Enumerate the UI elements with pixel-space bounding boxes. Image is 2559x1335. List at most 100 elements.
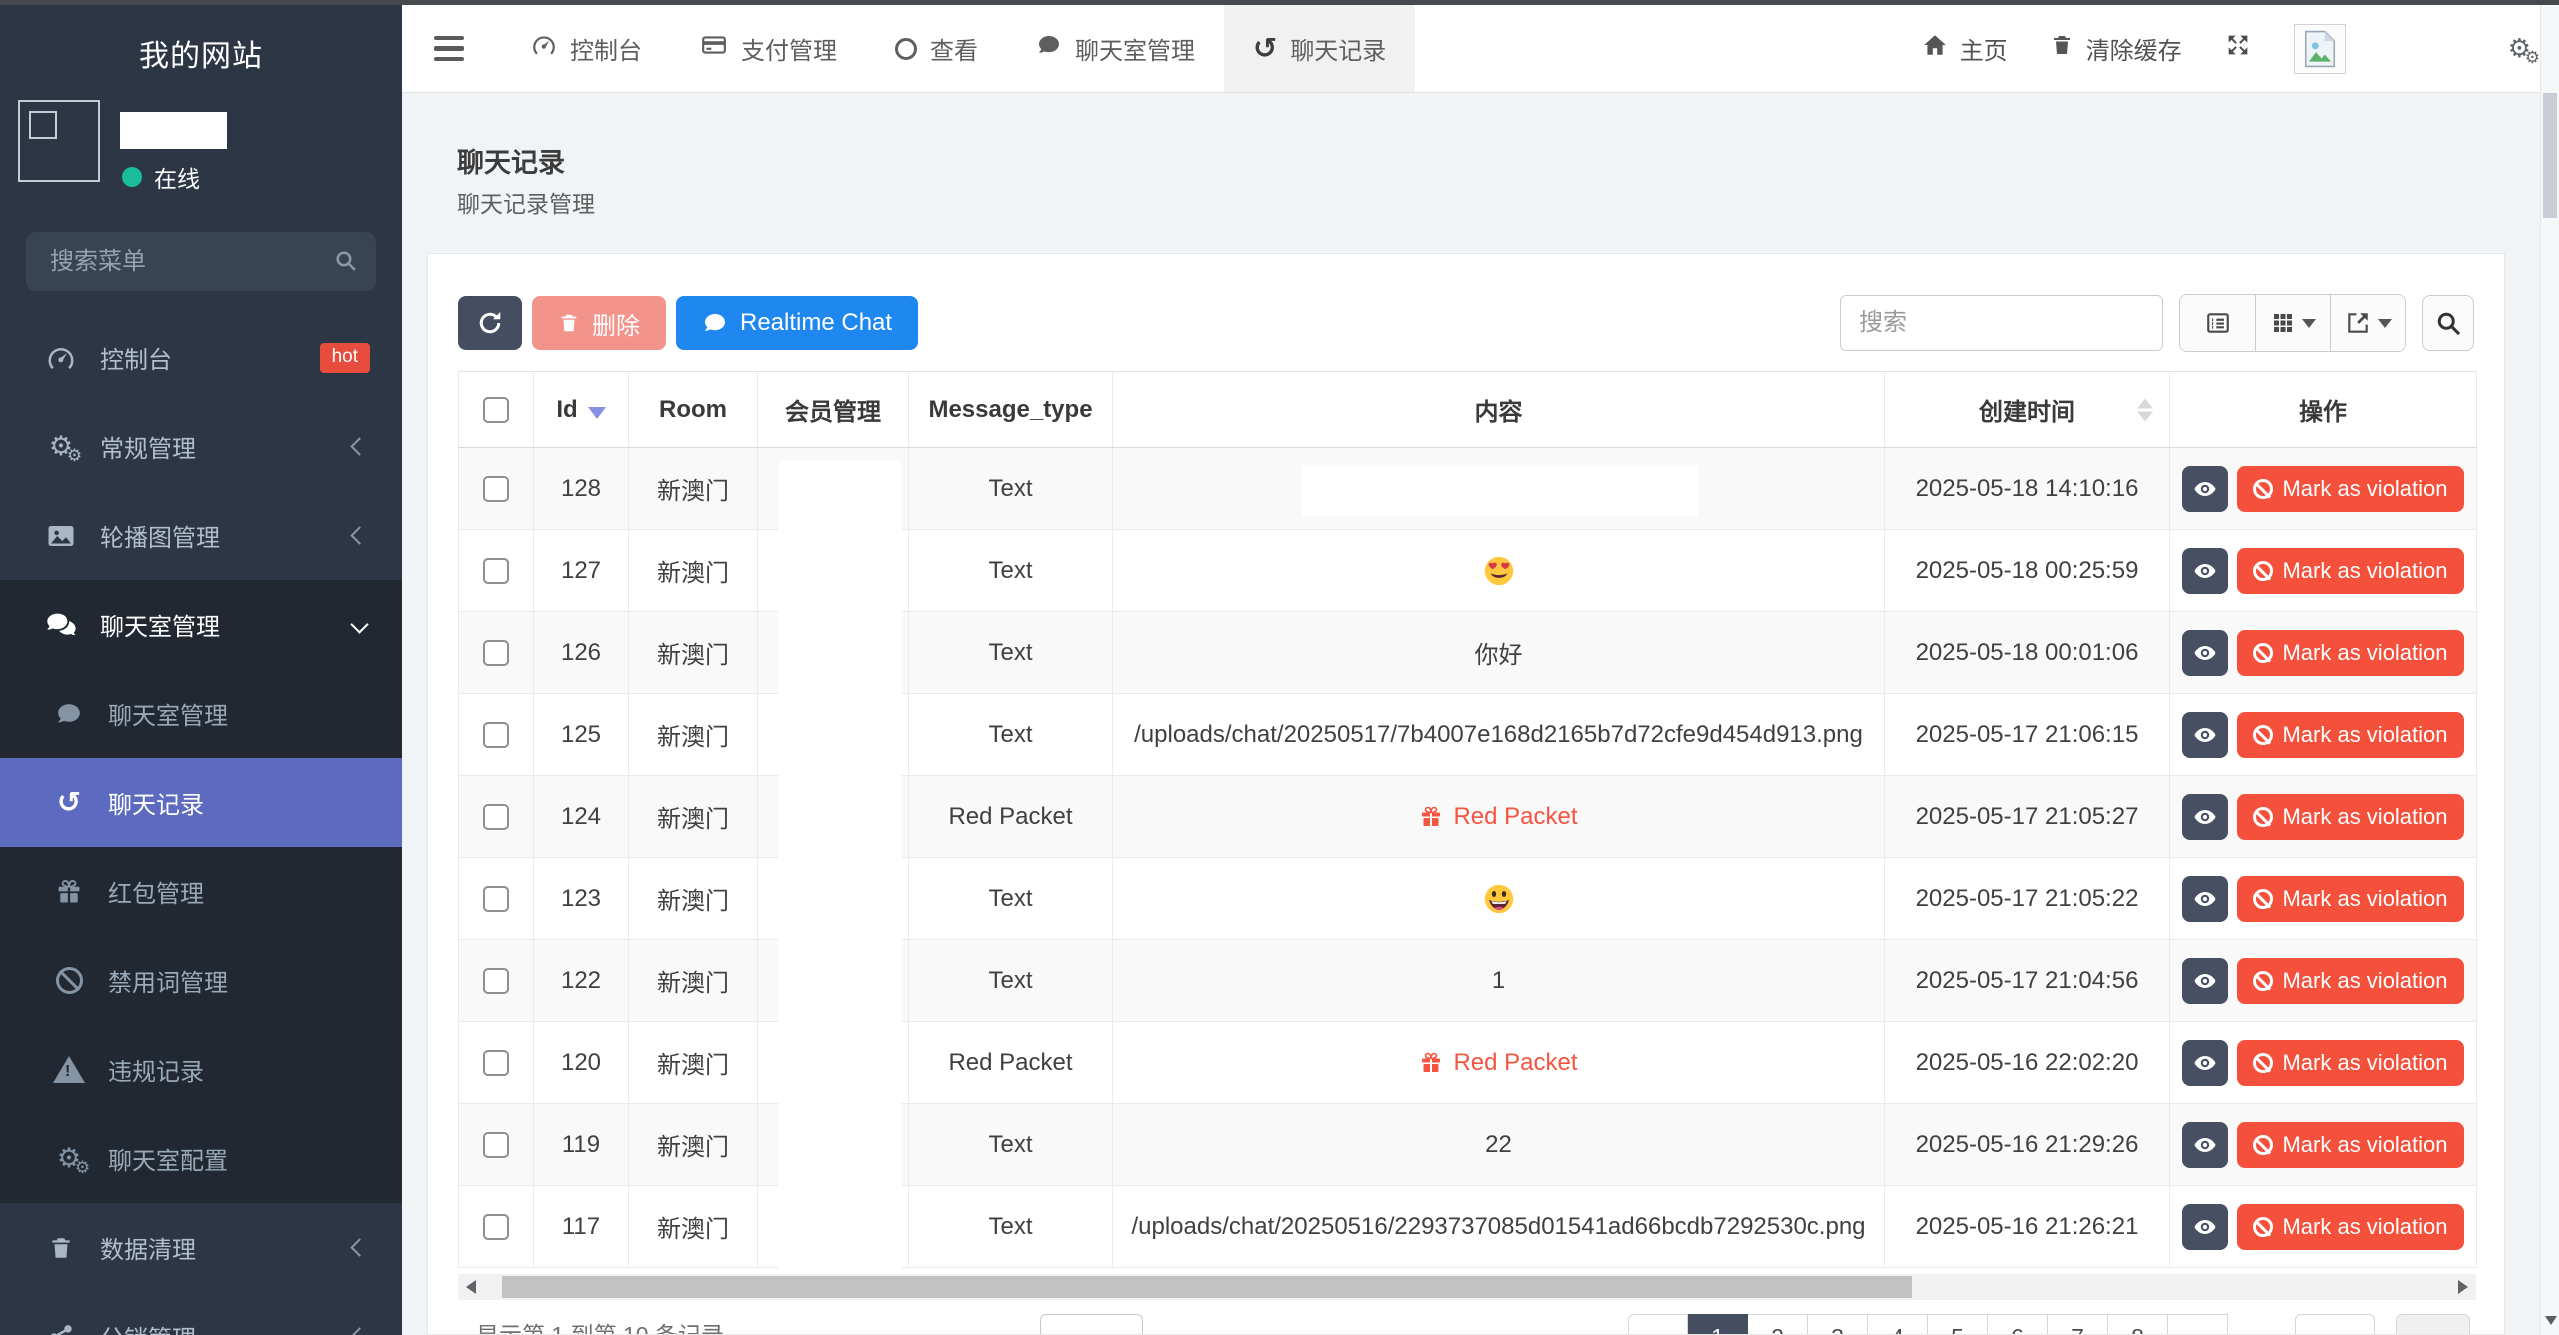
row-checkbox[interactable] (483, 1050, 509, 1076)
view-button[interactable] (2182, 958, 2228, 1004)
hamburger-menu-icon[interactable] (434, 36, 464, 62)
cell-time: 2025-05-17 21:05:27 (1885, 776, 2170, 858)
view-button[interactable] (2182, 794, 2228, 840)
header-member[interactable]: 会员管理 (758, 372, 909, 448)
page-button[interactable]: 6 (1988, 1314, 2048, 1335)
mark-violation-button[interactable]: Mark as violation (2237, 1204, 2463, 1250)
row-checkbox[interactable] (483, 968, 509, 994)
fullscreen-button[interactable] (2224, 31, 2252, 66)
page-button[interactable]: 5 (1928, 1314, 1988, 1335)
sidebar-item-data-cleanup[interactable]: 数据清理 (0, 1203, 402, 1292)
view-button[interactable] (2182, 1040, 2228, 1086)
row-checkbox[interactable] (483, 476, 509, 502)
sidebar-item-carousel[interactable]: 轮播图管理 (0, 491, 402, 580)
user-avatar[interactable] (2294, 24, 2346, 74)
row-checkbox[interactable] (483, 558, 509, 584)
horizontal-scrollbar[interactable] (458, 1274, 2476, 1300)
cell-type: Text (909, 448, 1113, 530)
page-size-select[interactable] (1040, 1314, 1143, 1335)
sidebar-subitem-chatroom[interactable]: 聊天室管理 (0, 669, 402, 758)
detail-view-button[interactable] (2180, 295, 2255, 351)
row-checkbox[interactable] (483, 804, 509, 830)
sidebar-item-general[interactable]: ⚙⚙ 常规管理 (0, 402, 402, 491)
view-button[interactable] (2182, 630, 2228, 676)
mark-violation-button[interactable]: Mark as violation (2237, 1122, 2463, 1168)
scroll-down-arrow-icon[interactable] (2545, 1316, 2557, 1325)
header-room[interactable]: Room (629, 372, 758, 448)
row-checkbox[interactable] (483, 886, 509, 912)
sidebar-subitem-violations[interactable]: 违规记录 (0, 1025, 402, 1114)
page-next-button[interactable]: › (2168, 1314, 2228, 1335)
delete-button[interactable]: 删除 (532, 296, 666, 350)
view-button[interactable] (2182, 876, 2228, 922)
page-prev-button[interactable]: ‹ (1628, 1314, 1688, 1335)
sidebar-subitem-chat-records[interactable]: ↺ 聊天记录 (0, 758, 402, 847)
sidebar-item-dashboard[interactable]: 控制台 hot (0, 313, 402, 402)
export-button[interactable] (2330, 295, 2405, 351)
tab-label: 聊天记录 (1290, 31, 1386, 66)
header-created-time[interactable]: 创建时间 (1885, 372, 2170, 448)
view-button[interactable] (2182, 548, 2228, 594)
sidebar-subitem-redpacket[interactable]: 红包管理 (0, 847, 402, 936)
header-actions: 操作 (2170, 372, 2477, 448)
mark-violation-button[interactable]: Mark as violation (2237, 958, 2463, 1004)
view-button[interactable] (2182, 712, 2228, 758)
realtime-chat-button[interactable]: Realtime Chat (676, 296, 918, 350)
view-button[interactable] (2182, 466, 2228, 512)
header-message-type[interactable]: Message_type (909, 372, 1113, 448)
eye-icon (2191, 641, 2219, 665)
page-button[interactable]: 4 (1868, 1314, 1928, 1335)
mark-violation-button[interactable]: Mark as violation (2237, 548, 2463, 594)
view-button[interactable] (2182, 1122, 2228, 1168)
row-checkbox[interactable] (483, 1214, 509, 1240)
vertical-scrollbar[interactable] (2540, 5, 2559, 1335)
settings-button[interactable]: ⚙⚙ (2508, 36, 2531, 62)
search-submit-button[interactable] (2422, 295, 2474, 351)
refresh-button[interactable] (458, 296, 522, 350)
page-button[interactable]: 1 (1688, 1314, 1748, 1335)
sidebar-item-chatroom-mgmt[interactable]: 聊天室管理 (0, 580, 402, 669)
row-checkbox[interactable] (483, 640, 509, 666)
scroll-left-arrow-icon[interactable] (466, 1280, 476, 1294)
cell-room: 新澳门 (629, 448, 758, 530)
page-extra-button[interactable] (2396, 1314, 2470, 1335)
menu-search-input[interactable] (26, 232, 376, 291)
row-checkbox[interactable] (483, 722, 509, 748)
page-jump-box[interactable] (2295, 1314, 2375, 1335)
mark-violation-button[interactable]: Mark as violation (2237, 466, 2463, 512)
mark-violation-button[interactable]: Mark as violation (2237, 1040, 2463, 1086)
view-button[interactable] (2182, 1204, 2228, 1250)
ban-icon (2253, 725, 2273, 745)
mark-violation-button[interactable]: Mark as violation (2237, 712, 2463, 758)
mark-violation-button[interactable]: Mark as violation (2237, 876, 2463, 922)
header-id[interactable]: Id (534, 372, 629, 448)
header-content[interactable]: 内容 (1113, 372, 1885, 448)
window-top-strip (0, 0, 2559, 5)
tab-view[interactable]: 查看 (866, 5, 1007, 92)
sidebar-subitem-banned-words[interactable]: 禁用词管理 (0, 936, 402, 1025)
select-all-checkbox[interactable] (483, 397, 509, 423)
row-checkbox[interactable] (483, 1132, 509, 1158)
page-button[interactable]: 3 (1808, 1314, 1868, 1335)
scroll-right-arrow-icon[interactable] (2458, 1280, 2468, 1294)
scrollbar-thumb[interactable] (2543, 93, 2557, 218)
page-button[interactable]: 7 (2048, 1314, 2108, 1335)
sidebar-subitem-chatroom-config[interactable]: ⚙⚙ 聊天室配置 (0, 1114, 402, 1203)
columns-button[interactable] (2255, 295, 2330, 351)
tab-chatroom-mgmt[interactable]: 聊天室管理 (1007, 5, 1224, 92)
page-button[interactable]: 2 (1748, 1314, 1808, 1335)
mark-violation-button[interactable]: Mark as violation (2237, 630, 2463, 676)
home-button[interactable]: 主页 (1922, 31, 2008, 66)
red-packet-link[interactable]: Red Packet (1113, 803, 1884, 831)
tab-label: 控制台 (570, 31, 642, 66)
clear-cache-button[interactable]: 清除缓存 (2050, 31, 2182, 66)
page-button[interactable]: 8 (2108, 1314, 2168, 1335)
sidebar-item-distribution[interactable]: 分销管理 (0, 1292, 402, 1335)
tab-dashboard[interactable]: 控制台 (502, 5, 671, 92)
scrollbar-thumb[interactable] (502, 1276, 1912, 1298)
tab-chat-records[interactable]: ↺ 聊天记录 (1224, 5, 1415, 92)
red-packet-link[interactable]: Red Packet (1113, 1049, 1884, 1077)
table-search-input[interactable] (1840, 295, 2163, 351)
mark-violation-button[interactable]: Mark as violation (2237, 794, 2463, 840)
tab-payments[interactable]: 支付管理 (671, 5, 866, 92)
